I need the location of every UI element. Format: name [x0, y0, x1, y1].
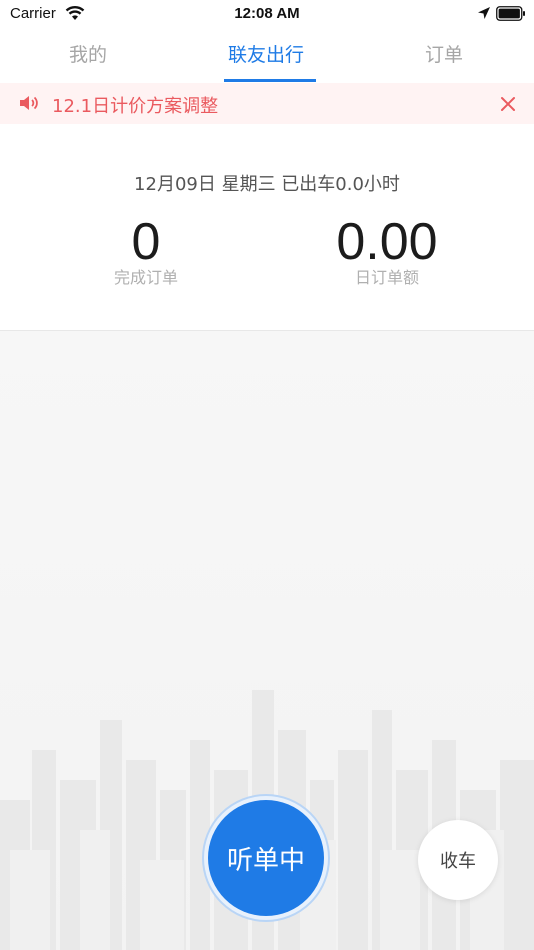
speaker-icon: [20, 96, 38, 110]
status-bar: Carrier 12:08 AM: [0, 0, 534, 28]
notice-text: 12.1日计价方案调整: [52, 96, 219, 117]
active-tab-indicator: [224, 79, 316, 82]
top-tabs: 我的 联友出行 订单: [0, 30, 534, 82]
listen-orders-button[interactable]: 听单中: [208, 800, 324, 916]
tab-home[interactable]: 联友出行: [212, 40, 320, 67]
off-duty-button[interactable]: 收车: [418, 820, 498, 900]
date-duty-summary: 12月09日 星期三 已出车0.0小时: [134, 174, 400, 195]
battery-icon: [496, 6, 525, 21]
clock: 12:08 AM: [234, 5, 300, 22]
tab-orders[interactable]: 订单: [404, 40, 484, 67]
completed-orders-label: 完成订单: [113, 268, 178, 287]
daily-amount-value: 0.00: [336, 213, 438, 271]
daily-amount-label: 日订单额: [354, 268, 419, 287]
daily-stats-panel: 12月09日 星期三 已出车0.0小时 0 完成订单 0.00 日订单额: [0, 124, 534, 331]
tab-mine[interactable]: 我的: [48, 40, 128, 67]
close-icon[interactable]: [498, 94, 518, 114]
completed-orders-stat: 0 完成订单: [76, 214, 216, 288]
notice-bar[interactable]: 12.1日计价方案调整: [0, 83, 534, 124]
completed-orders-value: 0: [131, 213, 161, 271]
location-arrow-icon: [478, 7, 490, 19]
daily-amount-stat: 0.00 日订单额: [312, 214, 462, 288]
